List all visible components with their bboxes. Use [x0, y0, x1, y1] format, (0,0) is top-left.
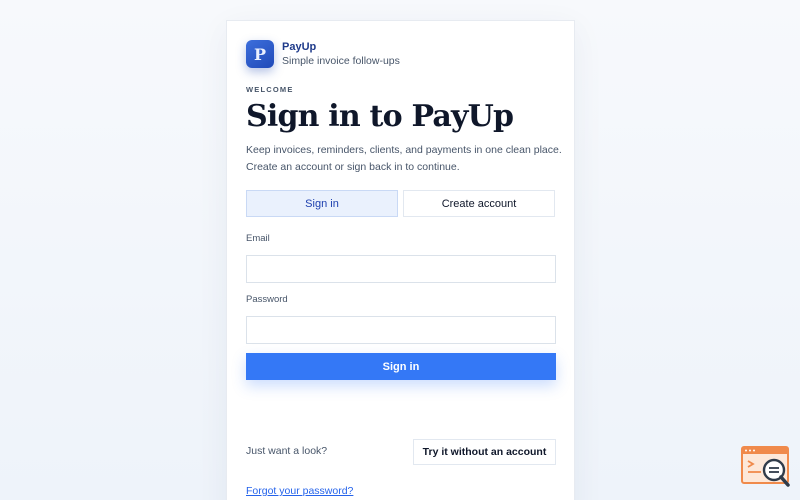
email-label: Email — [246, 233, 270, 244]
password-field[interactable] — [246, 316, 556, 344]
tab-create-account[interactable]: Create account — [403, 190, 555, 217]
brand-tagline: Simple invoice follow-ups — [282, 55, 400, 67]
logo-letter: P — [253, 44, 267, 64]
intro-line-2: Create an account or sign back in to con… — [246, 161, 460, 173]
brand-name: PayUp — [282, 41, 317, 53]
search-browser-icon[interactable] — [741, 446, 791, 488]
search-browser-icon-graphic — [741, 446, 790, 487]
password-label: Password — [246, 294, 288, 305]
intro-line-1: Keep invoices, reminders, clients, and p… — [246, 144, 562, 156]
payup-logo: P — [246, 40, 274, 68]
guest-prompt: Just want a look? — [246, 445, 328, 457]
try-without-account-button[interactable]: Try it without an account — [413, 439, 556, 465]
email-field[interactable] — [246, 255, 556, 283]
sign-in-card: P PayUp Simple invoice follow-ups WELCOM… — [226, 20, 575, 500]
welcome-eyebrow: WELCOME — [246, 85, 294, 94]
forgot-password-link[interactable]: Forgot your password? — [246, 485, 353, 497]
tab-sign-in[interactable]: Sign in — [246, 190, 398, 217]
intro-text: Keep invoices, reminders, clients, and p… — [246, 142, 566, 176]
page-title: Sign in to PayUp — [246, 99, 514, 134]
auth-tabs: Sign in Create account — [246, 190, 556, 217]
sign-in-button[interactable]: Sign in — [246, 353, 556, 380]
brand-header: P PayUp Simple invoice follow-ups — [246, 40, 546, 70]
